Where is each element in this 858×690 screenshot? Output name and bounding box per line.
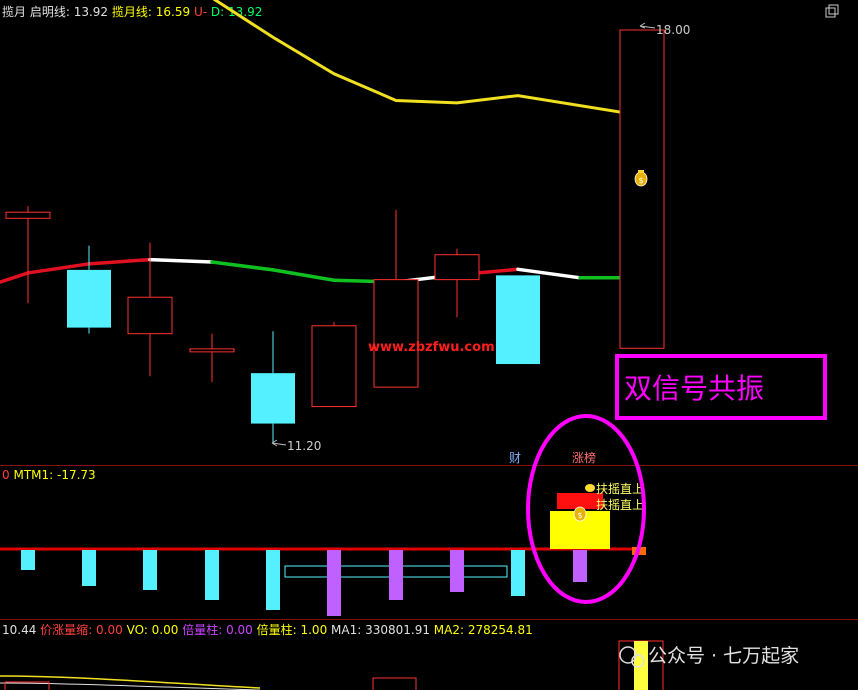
candle-body xyxy=(434,254,480,281)
header_top-label-4: D xyxy=(211,5,220,19)
candle xyxy=(5,206,51,304)
header_mid-label-1: MTM1 xyxy=(13,468,49,482)
candle-body xyxy=(496,275,540,365)
ma-line-segment xyxy=(87,257,152,266)
header_bottom-value-1: : 0.00 xyxy=(88,623,126,637)
header_bottom-value-3: : 0.00 xyxy=(218,623,256,637)
header_bottom-value-6: : 278254.81 xyxy=(460,623,533,637)
header_bottom-value-5: : 330801.91 xyxy=(357,623,434,637)
mtm-bar xyxy=(21,550,35,570)
header_bottom-label-3: 倍量柱 xyxy=(182,622,218,637)
svg-text:$: $ xyxy=(577,511,582,520)
signal-label-2: 扶摇直上 xyxy=(596,497,644,512)
mtm-bar xyxy=(511,550,525,596)
candle-body xyxy=(311,325,357,408)
mtm-bar xyxy=(266,550,280,610)
header_top-value-3: - xyxy=(203,5,211,19)
candle xyxy=(496,275,540,365)
callout-box: 双信号共振 xyxy=(615,354,827,420)
tag-zhangbang: 涨榜 xyxy=(572,450,596,465)
candle-body xyxy=(373,279,419,388)
header_mid-label-0: 0 xyxy=(2,468,10,482)
candle-body xyxy=(619,29,665,349)
header_bottom-label-6: MA2 xyxy=(434,623,460,637)
signal-label-1: 扶摇直上 xyxy=(596,481,644,496)
header_top-value-1: : 13.92 xyxy=(66,5,112,19)
candle xyxy=(189,333,235,383)
money-bag-icon: $ xyxy=(573,506,587,522)
candle-body xyxy=(189,348,235,353)
candle xyxy=(619,29,665,349)
mtm-bar xyxy=(82,550,96,586)
ma-line-segment xyxy=(271,268,336,282)
header_mid-value-1: : -17.73 xyxy=(49,468,96,482)
candle xyxy=(434,248,480,318)
yellow-line-series xyxy=(212,0,643,118)
header_bottom-value-4: : 1.00 xyxy=(293,623,331,637)
mtm-bar xyxy=(573,550,587,582)
price-high-label: 18.00 xyxy=(656,23,690,37)
header_top-label-3: U xyxy=(194,5,203,19)
yellow-line xyxy=(212,0,643,118)
header_top-label-0: 揽月 xyxy=(2,5,26,19)
header-top: 揽月 启明线: 13.92 揽月线: 16.59 U- D: 13.92 xyxy=(2,5,262,19)
candle xyxy=(373,209,419,388)
header_bottom-label-5: MA1 xyxy=(331,623,357,637)
tag-cai: 财 xyxy=(509,451,521,465)
ma-line-segment xyxy=(0,271,30,284)
footer-brand-text: 公众号 · 七万起家 xyxy=(648,645,799,667)
mtm-bar xyxy=(327,550,341,616)
mtm-bar xyxy=(389,550,403,600)
candle-body xyxy=(5,211,51,219)
chart-stage: 揽月 启明线: 13.92 揽月线: 16.59 U- D: 13.92 0 M… xyxy=(0,0,858,690)
candle xyxy=(67,245,111,334)
window-restore-icon[interactable] xyxy=(825,4,839,18)
candle-body xyxy=(251,373,295,424)
candle-body xyxy=(67,269,111,328)
svg-text:$: $ xyxy=(638,176,643,185)
ma-line-segment xyxy=(210,260,275,272)
candles xyxy=(5,29,665,443)
header_bottom-value-2: : 0.00 xyxy=(144,623,182,637)
mtm-bar xyxy=(205,550,219,600)
candle xyxy=(311,322,357,408)
signal-block: $ 扶摇直上 扶摇直上 xyxy=(550,481,644,549)
bottom-panel xyxy=(0,640,664,690)
header_top-value-2: : 16.59 xyxy=(148,5,194,19)
header_bottom-label-2: VO xyxy=(127,623,144,637)
header-bottom: 10.44 价涨量缩: 0.00 VO: 0.00 倍量柱: 0.00 倍量柱:… xyxy=(2,622,533,637)
mtm-bar xyxy=(450,550,464,592)
header_top-label-2: 揽月线 xyxy=(112,5,148,19)
candle-body xyxy=(127,296,173,335)
price-low-label: 11.20 xyxy=(287,439,321,453)
mtm-bars xyxy=(21,550,587,616)
header_bottom-value-0: 10.44 xyxy=(2,623,40,637)
rocket-icon xyxy=(585,484,595,492)
ma-line-segment xyxy=(148,257,214,264)
header_bottom-label-1: 价涨量缩 xyxy=(40,622,88,637)
price-low-annotation: 11.20 xyxy=(271,439,321,453)
header-mid: 0 MTM1: -17.73 xyxy=(2,468,96,482)
header_top-label-1: 启明线 xyxy=(30,5,66,19)
callout-text: 双信号共振 xyxy=(624,372,764,405)
candle xyxy=(127,242,173,377)
watermark-text: www.zbzfwu.com xyxy=(368,340,495,355)
header_bottom-label-4: 倍量柱 xyxy=(257,622,293,637)
candle xyxy=(251,331,295,443)
mtm-bar xyxy=(143,550,157,590)
